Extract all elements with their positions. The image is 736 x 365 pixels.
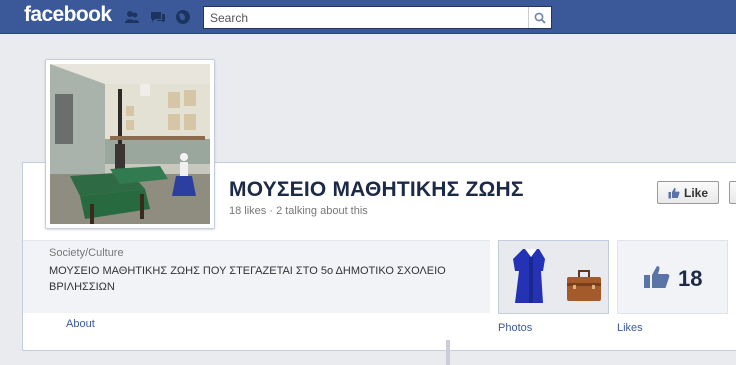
messages-icon[interactable] [150, 9, 166, 25]
photos-app-label[interactable]: Photos [498, 322, 532, 334]
notifications-icon[interactable] [175, 9, 191, 25]
search-button[interactable] [528, 7, 551, 28]
page-stats: 18 likes · 2 talking about this [229, 205, 368, 217]
page-title: ΜΟΥΣΕΙΟ ΜΑΘΗΤΙΚΗΣ ΖΩΗΣ [229, 178, 524, 201]
search-icon [534, 12, 546, 24]
page-category: Society/Culture [49, 247, 124, 259]
search-box [203, 6, 552, 29]
message-button[interactable] [729, 181, 736, 204]
friend-requests-icon[interactable] [124, 9, 140, 25]
photos-thumbnail[interactable] [498, 240, 609, 314]
like-button-label: Like [683, 185, 708, 200]
timeline-divider [446, 340, 450, 365]
page-description: ΜΟΥΣΕΙΟ ΜΑΘΗΤΙΚΗΣ ΖΩΗΣ ΠΟΥ ΣΤΕΓΑΖΕΤΑΙ ΣΤ… [49, 265, 446, 293]
likes-app-label[interactable]: Likes [617, 322, 643, 334]
thumbs-up-icon [644, 266, 670, 288]
profile-picture[interactable] [45, 59, 215, 229]
likes-app-tile[interactable]: 18 [617, 240, 728, 314]
likes-count: 18 [678, 266, 703, 291]
like-button[interactable]: Like [657, 181, 719, 204]
facebook-logo[interactable]: facebook [24, 3, 112, 27]
thumbs-up-icon [668, 187, 680, 198]
top-navigation-bar: facebook [0, 0, 736, 34]
search-input[interactable] [204, 7, 529, 28]
about-link[interactable]: About [66, 318, 95, 330]
